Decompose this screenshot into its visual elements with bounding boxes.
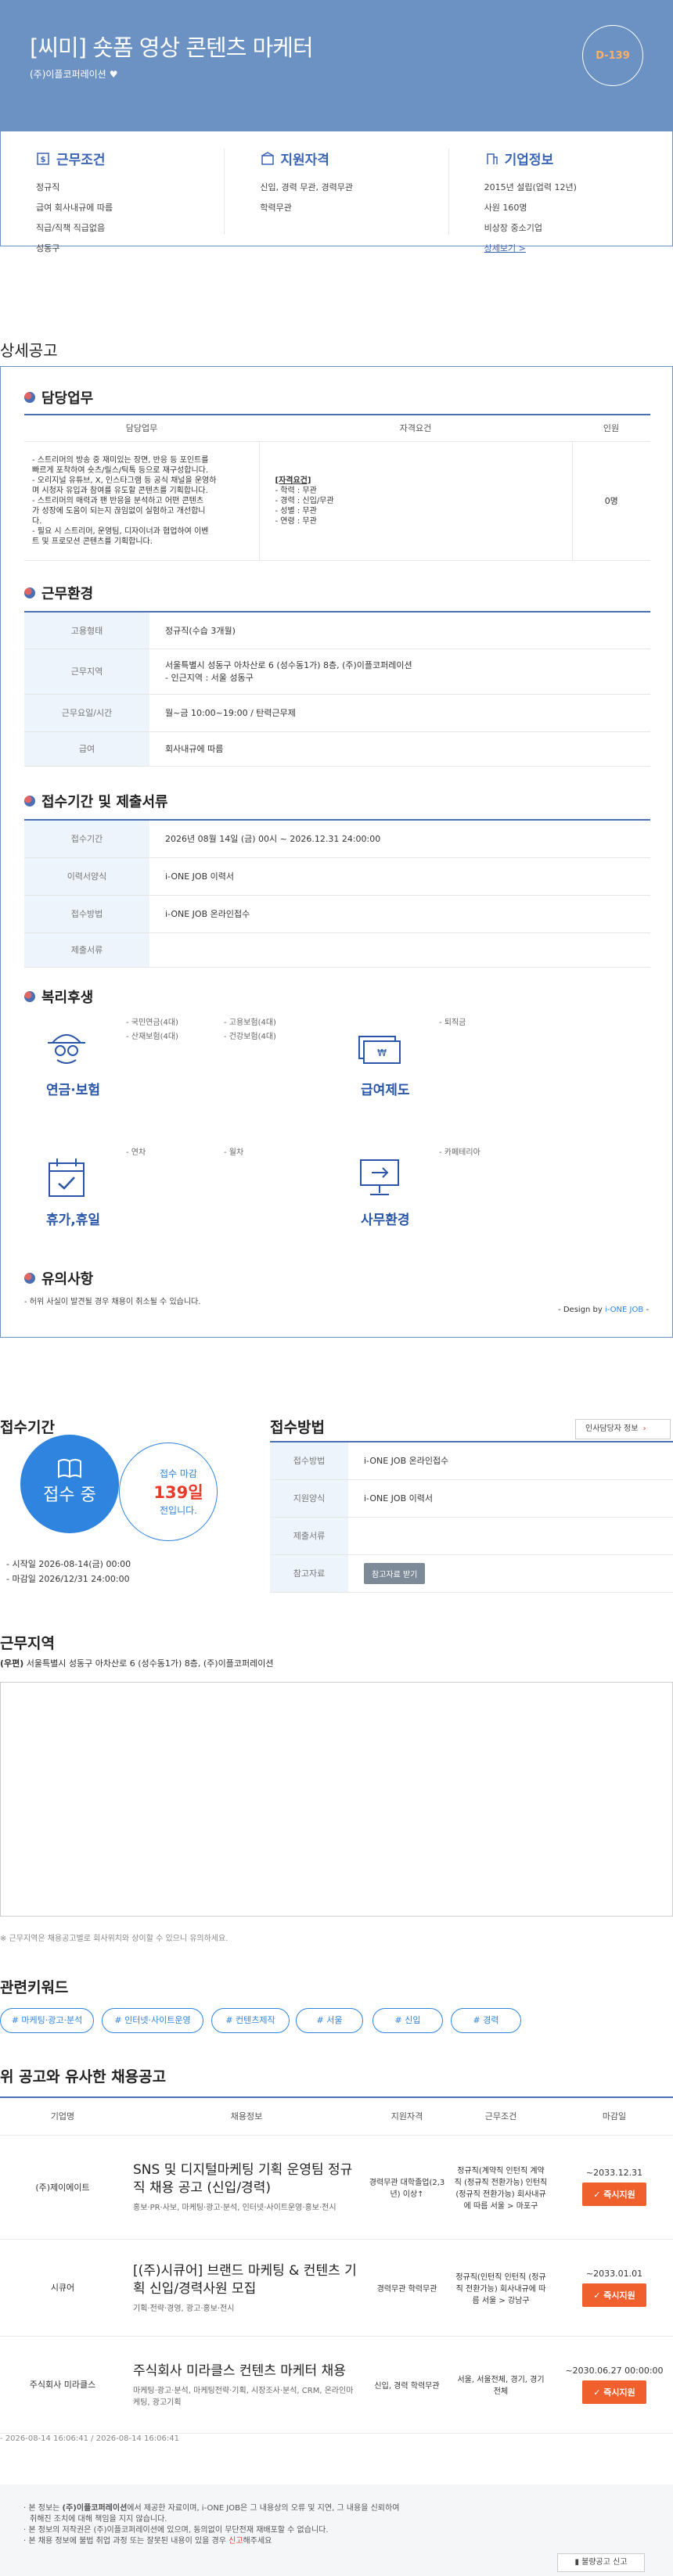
timestamp: - 2026-08-14 16:06:41 / 2026-08-14 16:06…	[0, 2434, 179, 2443]
company-link[interactable]: (주)이플코퍼레이션	[30, 69, 106, 80]
duty-heading: 담당업무	[24, 387, 93, 408]
report-button[interactable]: ▮ 불량공고 신고	[557, 2553, 645, 2572]
design-credit: - Design by i-ONE JOB -	[558, 1306, 649, 1314]
location-address: (우편) 서울특별시 성동구 아차산로 6 (성수동1가) 8층, (주)이플코…	[0, 1658, 274, 1669]
keyword-tag[interactable]: # 컨텐츠제작	[211, 2008, 290, 2033]
report-link[interactable]: 신고	[229, 2537, 243, 2545]
similar-title: 위 공고와 유사한 채용공고	[0, 2068, 167, 2086]
face-icon	[48, 1034, 85, 1064]
method-title: 접수방법	[270, 1419, 325, 1436]
section-title: 상세공고	[0, 341, 58, 360]
summary-header: $ 근무조건	[36, 149, 224, 168]
duty-description: - 스트리머의 방송 중 재미있는 장면, 반응 등 포인트를 빠르게 포착하여…	[24, 441, 260, 561]
detail-box: 담당업무 담당업무 자격요건 인원 - 스트리머의 방송 중 재미있는 장면, …	[0, 366, 673, 1338]
env-heading: 근무환경	[24, 583, 93, 603]
keyword-tag[interactable]: # 경력	[451, 2008, 521, 2033]
welfare-pension: 연금·보험 - 국민연금(4대) - 산재보험(4대) - 고용보험(4대) - 건…	[24, 1016, 337, 1134]
monitor-icon	[360, 1159, 399, 1195]
notice-text: - 허위 사실이 발견될 경우 채용이 취소될 수 있습니다.	[24, 1298, 201, 1306]
location-title: 근무지역	[0, 1635, 55, 1652]
svg-text:$: $	[41, 156, 46, 164]
summary-header: 기업정보	[484, 149, 672, 168]
reference-download-button[interactable]: 참고자료 받기	[364, 1562, 426, 1584]
duty-requirements: [자격요건] - 학력 : 무관 - 경력 : 신입/무관 - 성별 : 무관 …	[259, 441, 573, 561]
method-table: 접수방법 i-ONE JOB 온라인접수 지원양식 i-ONE JOB 이력서 제출…	[270, 1441, 673, 1593]
similar-jobs-table: 기업명 채용정보 지원자격 근무조건 마감일 (주)제이에이트 SNS 및 디지…	[0, 2096, 673, 2434]
status-circle: 접수 중	[20, 1435, 119, 1533]
table-row[interactable]: 시큐어 [(주)시큐어] 브랜드 마케팅 & 컨텐츠 기획 신입/경력사원 모집…	[0, 2239, 673, 2337]
period-title: 접수기간	[0, 1419, 55, 1436]
period-heading: 접수기간 및 제출서류	[24, 791, 168, 811]
apply-button[interactable]: ✓ 즉시지원	[582, 2183, 646, 2206]
svg-text:₩: ₩	[377, 1047, 387, 1058]
env-table: 고용형태 정규직(수습 3개월) 근무지역 서울특별시 성동구 아차산로 6 (성수…	[24, 611, 650, 767]
job-header: [씨미] 숏폼 영상 콘텐츠 마케터 (주)이플코퍼레이션 ♥ D-139	[0, 0, 673, 131]
job-summary: $ 근무조건 정규직 급여 회사내규에 따름 직급/직책 직급없음 성동구 지원…	[0, 131, 673, 253]
money-icon: $	[37, 152, 49, 165]
summary-company: 기업정보 2015년 설립(업력 12년) 사원 160명 비상장 중소기업 상…	[449, 149, 672, 253]
contact-button[interactable]: 인사담당자 정보 ›	[575, 1419, 671, 1439]
table-row[interactable]: 주식회사 미라클스 주식회사 미라클스 컨텐츠 마케터 채용 마케팅·광고·분석,…	[0, 2336, 673, 2434]
building-icon	[261, 151, 275, 165]
cash-icon: ₩	[358, 1036, 401, 1064]
notice-heading: 유의사항	[24, 1268, 93, 1288]
keyword-tag[interactable]: # 인터넷·사이트운영	[102, 2008, 203, 2033]
keyword-tag[interactable]: # 서울	[296, 2008, 363, 2033]
company-name[interactable]: (주)이플코퍼레이션 ♥	[30, 67, 117, 81]
bullet-icon	[24, 796, 35, 807]
dday-badge: D-139	[582, 25, 643, 86]
book-icon	[58, 1459, 81, 1478]
keyword-tag[interactable]: # 신입	[372, 2008, 443, 2033]
map-area[interactable]	[0, 1682, 673, 1917]
summary-qualification: 지원자격 신입, 경력 무관, 경력무관 학력무관	[225, 149, 449, 235]
welfare-heading: 복리후생	[24, 986, 93, 1007]
office-icon	[486, 153, 498, 164]
keywords-title: 관련키워드	[0, 1979, 69, 1996]
apply-button[interactable]: ✓ 즉시지원	[582, 2380, 646, 2404]
duty-table: 담당업무 자격요건 인원 - 스트리머의 방송 중 재미있는 장면, 반응 등 …	[24, 414, 650, 561]
bullet-icon	[24, 1273, 35, 1284]
welfare-office: 사무환경 - 카페테리아	[337, 1146, 650, 1263]
company-detail-link[interactable]: 상세보기 >	[484, 239, 672, 259]
keyword-tag[interactable]: # 마케팅·광고·분석	[0, 2008, 94, 2033]
calendar-icon	[49, 1159, 85, 1197]
duty-count: 0명	[572, 441, 650, 561]
dday-text: D-139	[596, 50, 630, 62]
period-dates: - 시작일 2026-08-14(금) 00:00 - 마감일 2026/12/…	[6, 1559, 131, 1584]
job-title: [씨미] 숏폼 영상 콘텐츠 마케터	[30, 34, 314, 61]
footer: · 본 정보는 (주)이플코퍼레이션에서 제공한 자료이며, i-ONE JOB…	[0, 2484, 673, 2576]
summary-conditions: $ 근무조건 정규직 급여 회사내규에 따름 직급/직책 직급없음 성동구	[1, 149, 225, 253]
heart-icon[interactable]: ♥	[110, 69, 118, 80]
bullet-icon	[24, 587, 35, 598]
siren-icon: ▮	[574, 2558, 582, 2567]
period-table: 접수기간 2026년 08월 14일 (금) 00시 ~ 2026.12.31 2…	[24, 819, 650, 968]
footer-disclaimer: · 본 정보는 (주)이플코퍼레이션에서 제공한 자료이며, i-ONE JOB…	[23, 2504, 400, 2545]
deadline-circle: 접수 마감 139일 전입니다.	[119, 1442, 218, 1541]
apply-button[interactable]: ✓ 즉시지원	[582, 2283, 646, 2307]
bullet-icon	[24, 991, 35, 1002]
welfare-vacation: 휴가,휴일 - 연차 - 월차	[24, 1146, 337, 1263]
summary-header: 지원자격	[260, 149, 448, 168]
location-note: ※ 근무지역은 채용공고별로 회사위치와 상이할 수 있으니 유의하세요.	[0, 1935, 229, 1943]
bullet-icon	[24, 392, 35, 403]
welfare-salary: ₩ 급여제도 - 퇴직금	[337, 1016, 650, 1134]
table-row[interactable]: (주)제이에이트 SNS 및 디지털마케팅 기획 운영팀 정규직 채용 공고 (…	[0, 2135, 673, 2240]
